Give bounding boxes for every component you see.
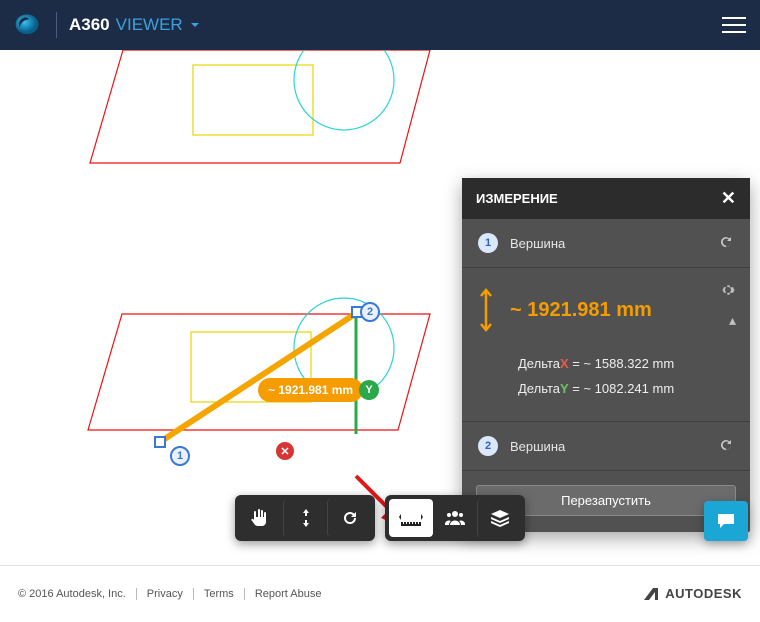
distance-arrow-icon xyxy=(478,286,494,334)
product-name: A360 xyxy=(69,15,110,35)
distance-value: ~ 1921.981 mm xyxy=(510,299,652,322)
reset-view-button[interactable] xyxy=(327,499,371,537)
app-title[interactable]: A360 VIEWER xyxy=(69,15,201,35)
panel-row-vertex-2: 2 Вершина xyxy=(462,422,750,471)
comments-button[interactable] xyxy=(704,501,748,541)
refresh-icon[interactable] xyxy=(718,234,734,253)
vertex-marker-1: 1 xyxy=(170,446,190,466)
orbit-tool-button[interactable] xyxy=(283,499,327,537)
row-label-2: Вершина xyxy=(510,439,565,454)
header-divider xyxy=(56,12,57,38)
toolbar-group-tools xyxy=(385,495,525,541)
delta-y-line: ДельтаY = ~ 1082.241 mm xyxy=(518,377,734,402)
delta-x-line: ДельтаX = ~ 1588.322 mm xyxy=(518,352,734,377)
distance-pill: ~ 1921.981 mm xyxy=(258,378,363,402)
delta-readout: ДельтаX = ~ 1588.322 mm ДельтаY = ~ 1082… xyxy=(518,352,734,401)
row-number-1: 1 xyxy=(478,233,498,253)
delta-y-marker: Y xyxy=(359,380,379,400)
pan-tool-button[interactable] xyxy=(239,499,283,537)
toolbar-group-nav xyxy=(235,495,375,541)
row-label-1: Вершина xyxy=(510,236,565,251)
mode-name: VIEWER xyxy=(116,15,183,35)
panel-header[interactable]: ИЗМЕРЕНИЕ ✕ xyxy=(462,178,750,219)
gear-icon[interactable] xyxy=(720,282,736,301)
report-abuse-link[interactable]: Report Abuse xyxy=(255,588,322,600)
autodesk-brand: AUTODESK xyxy=(643,586,742,602)
privacy-link[interactable]: Privacy xyxy=(147,588,183,600)
collaborate-button[interactable] xyxy=(433,499,477,537)
row-number-2: 2 xyxy=(478,436,498,456)
close-icon[interactable]: ✕ xyxy=(721,188,736,209)
app-logo-icon xyxy=(14,12,40,38)
panel-row-vertex-1: 1 Вершина xyxy=(462,219,750,268)
page-footer: © 2016 Autodesk, Inc. Privacy Terms Repo… xyxy=(0,565,760,621)
panel-title: ИЗМЕРЕНИЕ xyxy=(476,191,558,206)
app-header: A360 VIEWER xyxy=(0,0,760,50)
refresh-icon[interactable] xyxy=(718,437,734,456)
viewer-canvas[interactable]: 1 2 ✕ ~ 1921.981 mm Y ИЗМЕРЕНИЕ ✕ 1 Верш… xyxy=(0,50,760,565)
measure-panel: ИЗМЕРЕНИЕ ✕ 1 Вершина ▴ ~ 1921.981 mm Де… xyxy=(462,178,750,532)
panel-result: ▴ ~ 1921.981 mm ДельтаX = ~ 1588.322 mm … xyxy=(462,268,750,422)
delta-x-marker: ✕ xyxy=(276,442,294,460)
menu-button[interactable] xyxy=(722,17,746,33)
terms-link[interactable]: Terms xyxy=(204,588,234,600)
layers-button[interactable] xyxy=(477,499,521,537)
measure-distance-badge: ~ 1921.981 mm Y xyxy=(258,378,379,402)
vertex-marker-2: 2 xyxy=(360,302,380,322)
autodesk-logo-icon xyxy=(643,586,659,602)
viewer-toolbar xyxy=(235,495,525,541)
footer-links: © 2016 Autodesk, Inc. Privacy Terms Repo… xyxy=(18,588,321,600)
collapse-icon[interactable]: ▴ xyxy=(729,312,736,329)
measure-tool-button[interactable] xyxy=(389,499,433,537)
chevron-down-icon xyxy=(189,19,201,31)
copyright-text: © 2016 Autodesk, Inc. xyxy=(18,588,126,600)
